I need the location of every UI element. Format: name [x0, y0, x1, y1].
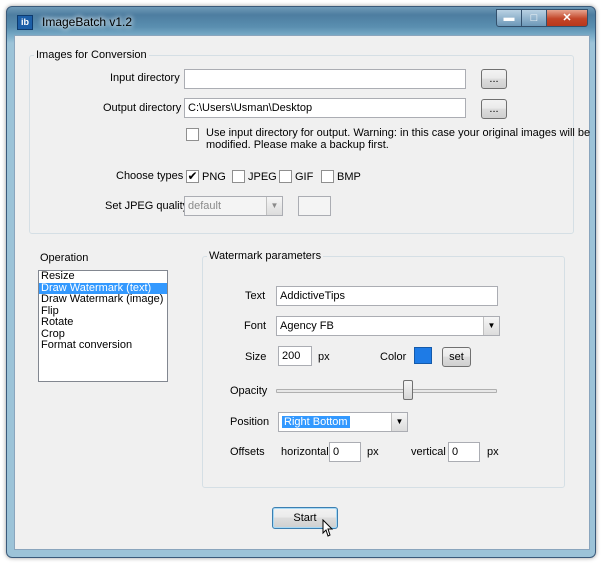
offsets-label: Offsets [230, 446, 265, 458]
operation-item-rotate[interactable]: Rotate [39, 316, 167, 329]
operation-label: Operation [40, 252, 89, 264]
use-input-directory-text-2: modified. Please make a backup first. [206, 139, 389, 151]
jpeg-quality-select[interactable]: default ▼ [184, 196, 283, 216]
operation-list[interactable]: Resize Draw Watermark (text) Draw Waterm… [38, 270, 168, 382]
font-value: Agency FB [280, 320, 334, 332]
size-field[interactable]: 200 [278, 346, 312, 366]
opacity-slider-thumb[interactable] [402, 380, 413, 400]
opacity-slider-track[interactable] [276, 389, 497, 393]
maximize-icon: □ [530, 12, 538, 24]
font-label: Font [244, 320, 267, 332]
minimize-button[interactable]: ▬ [496, 9, 522, 27]
window-title: ImageBatch v1.2 [42, 15, 133, 29]
vertical-offset-label: vertical [411, 446, 446, 458]
type-png-checkbox[interactable]: ✔ [186, 170, 199, 183]
type-bmp-label: BMP [337, 171, 361, 183]
position-select[interactable]: Right Bottom ▼ [278, 412, 408, 432]
horizontal-offset-unit: px [367, 446, 379, 458]
horizontal-offset-field[interactable]: 0 [329, 442, 361, 462]
type-png-label: PNG [202, 171, 226, 183]
minimize-icon: ▬ [503, 12, 515, 24]
type-jpeg-checkbox[interactable] [232, 170, 245, 183]
output-browse-button[interactable]: ... [481, 99, 507, 119]
app-icon: ib [17, 15, 33, 30]
output-directory-field[interactable]: C:\Users\Usman\Desktop [184, 98, 466, 118]
jpeg-quality-value: default [188, 200, 222, 212]
horizontal-offset-label: horizontal [281, 446, 329, 458]
chevron-down-icon: ▼ [483, 317, 499, 335]
size-label: Size [245, 351, 267, 363]
size-unit-label: px [318, 351, 330, 363]
close-button[interactable]: ✕ [546, 9, 588, 27]
use-input-directory-checkbox[interactable] [186, 128, 199, 141]
jpeg-quality-extra-field[interactable] [298, 196, 331, 216]
mouse-cursor-icon [322, 519, 334, 537]
input-directory-field[interactable] [184, 69, 466, 89]
type-jpeg-label: JPEG [248, 171, 277, 183]
color-label: Color [380, 351, 407, 363]
type-bmp-checkbox[interactable] [321, 170, 334, 183]
chevron-down-icon: ▼ [391, 413, 407, 431]
position-value: Right Bottom [282, 416, 350, 428]
watermark-text-label: Text [245, 290, 266, 302]
use-input-directory-text-1: Use input directory for output. Warning:… [206, 127, 591, 139]
type-gif-checkbox[interactable] [279, 170, 292, 183]
chevron-down-icon: ▼ [266, 197, 282, 215]
watermark-group-legend: Watermark parameters [209, 250, 322, 262]
operation-item-resize[interactable]: Resize [39, 270, 167, 283]
maximize-button[interactable]: □ [521, 9, 547, 27]
opacity-label: Opacity [230, 385, 268, 397]
position-label: Position [230, 416, 270, 428]
choose-types-label: Choose types [116, 170, 184, 182]
jpeg-quality-label: Set JPEG quality [105, 200, 189, 212]
vertical-offset-unit: px [487, 446, 499, 458]
font-select[interactable]: Agency FB ▼ [276, 316, 500, 336]
conversion-group-legend: Images for Conversion [36, 49, 147, 61]
color-swatch[interactable] [414, 347, 432, 364]
operation-item-format-conversion[interactable]: Format conversion [39, 339, 167, 352]
operation-item-draw-watermark-image[interactable]: Draw Watermark (image) [39, 293, 167, 306]
watermark-text-field[interactable]: AddictiveTips [276, 286, 498, 306]
set-color-button[interactable]: set [442, 347, 471, 367]
type-gif-label: GIF [295, 171, 314, 183]
close-icon: ✕ [562, 12, 572, 24]
input-browse-button[interactable]: ... [481, 69, 507, 89]
input-directory-label: Input directory [110, 72, 180, 84]
output-directory-label: Output directory [103, 102, 182, 114]
vertical-offset-field[interactable]: 0 [448, 442, 480, 462]
